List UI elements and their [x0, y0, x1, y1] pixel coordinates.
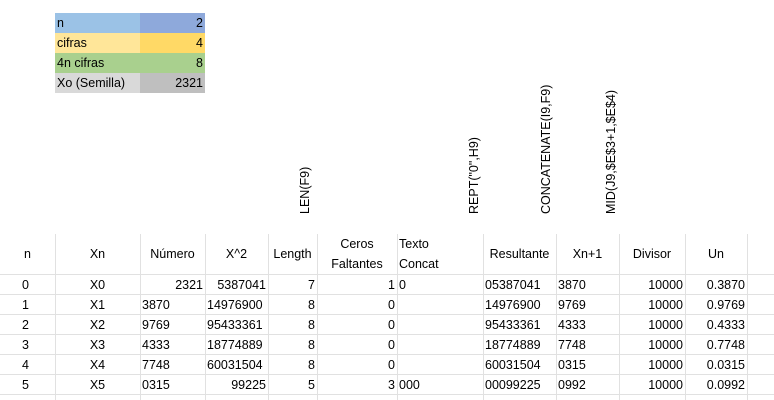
cell-x2[interactable]: 14976900	[205, 295, 268, 315]
cell-ceros[interactable]: 1	[317, 275, 397, 295]
header-numero[interactable]: Número	[140, 234, 205, 274]
formula-mid-annotation: MID(J9,$E$3+1,$E$4)	[604, 89, 618, 214]
cell-resultante[interactable]: 05387041	[483, 275, 556, 295]
cell-texto[interactable]	[397, 335, 483, 355]
cell-ceros[interactable]: 0	[317, 315, 397, 335]
cell-numero[interactable]: 7748	[140, 355, 205, 375]
cell-texto[interactable]	[397, 295, 483, 315]
cell-xn[interactable]: X3	[55, 335, 140, 355]
header-resultante[interactable]: Resultante	[483, 234, 556, 274]
cell-x2[interactable]: 99225	[205, 375, 268, 395]
cell-ceros[interactable]: 3	[317, 375, 397, 395]
formula-length-annotation: LEN(F9)	[298, 166, 312, 214]
formula-rept-annotation: REPT("0",H9)	[467, 137, 481, 214]
cell-x2[interactable]: 18774889	[205, 335, 268, 355]
cell-n[interactable]: 0	[0, 275, 55, 295]
param-label[interactable]: cifras	[55, 33, 140, 53]
cell-un[interactable]: 0.0315	[685, 355, 747, 375]
cell-length[interactable]: 5	[268, 375, 317, 395]
cell-resultante[interactable]: 60031504	[483, 355, 556, 375]
cell-length[interactable]: 8	[268, 335, 317, 355]
cell-length[interactable]: 7	[268, 275, 317, 295]
cell-ceros[interactable]: 0	[317, 295, 397, 315]
grid-vline	[747, 234, 748, 400]
param-label[interactable]: n	[55, 13, 140, 33]
cell-un[interactable]: 0.4333	[685, 315, 747, 335]
cell-divisor[interactable]: 10000	[619, 375, 685, 395]
cell-x2[interactable]: 5387041	[205, 275, 268, 295]
cell-texto[interactable]	[397, 315, 483, 335]
param-value[interactable]: 4	[140, 33, 205, 53]
cell-n[interactable]: 5	[0, 375, 55, 395]
cell-resultante[interactable]: 00099225	[483, 375, 556, 395]
cell-x2[interactable]: 95433361	[205, 315, 268, 335]
cell-numero[interactable]: 9769	[140, 315, 205, 335]
cell-texto[interactable]: 000	[397, 375, 483, 395]
cell-xn1[interactable]: 4333	[556, 315, 619, 335]
param-value[interactable]: 2321	[140, 73, 205, 93]
header-texto-concat[interactable]: Texto Concat	[397, 234, 483, 274]
cell-xn1[interactable]: 9769	[556, 295, 619, 315]
cell-divisor[interactable]: 10000	[619, 295, 685, 315]
cell-xn[interactable]: X2	[55, 315, 140, 335]
cell-numero[interactable]: 2321	[140, 275, 205, 295]
cell-xn1[interactable]: 7748	[556, 335, 619, 355]
cell-texto[interactable]	[397, 355, 483, 375]
cell-un[interactable]: 0.0992	[685, 375, 747, 395]
cell-n[interactable]: 4	[0, 355, 55, 375]
cell-n[interactable]: 1	[0, 295, 55, 315]
header-length[interactable]: Length	[268, 234, 317, 274]
header-un[interactable]: Un	[685, 234, 747, 274]
cell-un[interactable]: 0.3870	[685, 275, 747, 295]
cell-xn1[interactable]: 3870	[556, 275, 619, 295]
cell-numero[interactable]: 3870	[140, 295, 205, 315]
cell-xn[interactable]: X0	[55, 275, 140, 295]
cell-divisor[interactable]: 10000	[619, 275, 685, 295]
cell-divisor[interactable]: 10000	[619, 355, 685, 375]
cell-n[interactable]: 2	[0, 315, 55, 335]
cell-xn[interactable]: X5	[55, 375, 140, 395]
param-value[interactable]: 2	[140, 13, 205, 33]
param-value[interactable]: 8	[140, 53, 205, 73]
cell-ceros[interactable]: 0	[317, 335, 397, 355]
cell-resultante[interactable]: 95433361	[483, 315, 556, 335]
cell-xn1[interactable]: 0315	[556, 355, 619, 375]
header-xn1[interactable]: Xn+1	[556, 234, 619, 274]
header-xn[interactable]: Xn	[55, 234, 140, 274]
cell-length[interactable]: 8	[268, 355, 317, 375]
cell-xn[interactable]: X4	[55, 355, 140, 375]
cell-length[interactable]: 8	[268, 315, 317, 335]
cell-n[interactable]: 3	[0, 335, 55, 355]
cell-un[interactable]: 0.9769	[685, 295, 747, 315]
header-ceros-faltantes[interactable]: Ceros Faltantes	[317, 234, 397, 274]
cell-length[interactable]: 8	[268, 295, 317, 315]
formula-concat-annotation: CONCATENATE(I9,F9)	[539, 84, 553, 214]
cell-resultante[interactable]: 18774889	[483, 335, 556, 355]
cell-xn1[interactable]: 0992	[556, 375, 619, 395]
cell-ceros[interactable]: 0	[317, 355, 397, 375]
header-n[interactable]: n	[0, 234, 55, 274]
param-label[interactable]: 4n cifras	[55, 53, 140, 73]
param-label[interactable]: Xo (Semilla)	[55, 73, 140, 93]
cell-x2[interactable]: 60031504	[205, 355, 268, 375]
cell-resultante[interactable]: 14976900	[483, 295, 556, 315]
cell-un[interactable]: 0.7748	[685, 335, 747, 355]
header-divisor[interactable]: Divisor	[619, 234, 685, 274]
cell-xn[interactable]: X1	[55, 295, 140, 315]
cell-texto[interactable]: 0	[397, 275, 483, 295]
header-x2[interactable]: X^2	[205, 234, 268, 274]
cell-numero[interactable]: 4333	[140, 335, 205, 355]
cell-divisor[interactable]: 10000	[619, 315, 685, 335]
cell-divisor[interactable]: 10000	[619, 335, 685, 355]
cell-numero[interactable]: 0315	[140, 375, 205, 395]
